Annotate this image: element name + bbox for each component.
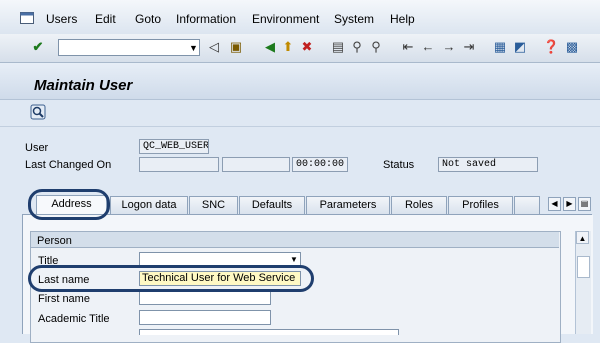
person-group-title: Person xyxy=(37,235,72,247)
other-user-icon[interactable] xyxy=(30,104,46,120)
scrollbar-thumb[interactable] xyxy=(577,256,590,278)
create-session-icon[interactable]: ▦ xyxy=(492,39,508,55)
tab-roles[interactable]: Roles xyxy=(391,196,447,214)
next-page-icon[interactable]: → xyxy=(441,39,457,55)
tab-scroll-right-icon[interactable]: ▶ xyxy=(563,197,576,211)
user-field: QC_WEB_USER xyxy=(139,139,209,154)
menu-users[interactable]: Users xyxy=(46,12,77,26)
last-page-icon[interactable]: ⇥ xyxy=(461,39,477,55)
menu-edit[interactable]: Edit xyxy=(95,12,116,26)
tab-overflow[interactable] xyxy=(514,196,540,214)
first-page-icon[interactable]: ⇤ xyxy=(400,39,416,55)
first-name-input[interactable] xyxy=(139,290,271,305)
menu-goto[interactable]: Goto xyxy=(135,12,161,26)
layout-menu-icon[interactable]: ▩ xyxy=(564,39,580,55)
window-menu-icon[interactable] xyxy=(20,12,34,24)
user-label: User xyxy=(25,142,49,154)
find-next-icon[interactable]: ⚲ xyxy=(368,39,384,55)
vertical-scrollbar[interactable] xyxy=(575,231,591,334)
help-icon[interactable]: ❓ xyxy=(543,39,559,55)
chevron-down-icon[interactable]: ▼ xyxy=(290,255,298,264)
last-name-highlight xyxy=(28,265,314,292)
address-tab-highlight xyxy=(28,189,110,220)
chevron-down-icon[interactable]: ▼ xyxy=(189,43,198,53)
tab-logon-data[interactable]: Logon data xyxy=(110,196,188,214)
person-group-header xyxy=(31,232,559,248)
last-changed-label: Last Changed On xyxy=(25,159,112,171)
cancel-icon[interactable]: ✖ xyxy=(299,39,315,55)
previous-page-icon[interactable]: ← xyxy=(420,39,436,55)
status-label: Status xyxy=(383,159,415,171)
academic-title-label: Academic Title xyxy=(38,313,110,325)
menu-environment[interactable]: Environment xyxy=(252,12,319,26)
last-changed-time-field: 00:00:00 xyxy=(292,157,348,172)
menu-system[interactable]: System xyxy=(334,12,374,26)
academic-title-input[interactable] xyxy=(139,310,271,325)
tab-profiles[interactable]: Profiles xyxy=(448,196,513,214)
exit-icon[interactable]: ⬆ xyxy=(280,39,296,55)
next-field-input[interactable] xyxy=(139,329,399,335)
shortcut-icon[interactable]: ◩ xyxy=(512,39,528,55)
back-icon[interactable]: ◁ xyxy=(206,39,222,55)
enter-icon[interactable]: ✔ xyxy=(30,39,46,55)
menu-information[interactable]: Information xyxy=(176,12,236,26)
save-icon[interactable]: ▣ xyxy=(228,39,244,55)
back-arrow-icon[interactable]: ◀ xyxy=(262,39,278,55)
tab-defaults[interactable]: Defaults xyxy=(239,196,305,214)
status-field: Not saved xyxy=(438,157,538,172)
command-field[interactable] xyxy=(58,39,200,56)
page-title: Maintain User xyxy=(34,77,133,94)
tab-snc[interactable]: SNC xyxy=(189,196,238,214)
tab-parameters[interactable]: Parameters xyxy=(306,196,390,214)
find-icon[interactable]: ⚲ xyxy=(349,39,365,55)
menu-help[interactable]: Help xyxy=(390,12,415,26)
application-toolbar xyxy=(0,100,600,127)
first-name-label: First name xyxy=(38,293,90,305)
print-icon[interactable]: ▤ xyxy=(330,39,346,55)
tab-list-icon[interactable]: ▤ xyxy=(578,197,591,211)
scroll-up-icon[interactable]: ▲ xyxy=(576,231,589,244)
last-changed-date-field xyxy=(222,157,290,172)
last-changed-by-field xyxy=(139,157,219,172)
tab-scroll-left-icon[interactable]: ◀ xyxy=(548,197,561,211)
